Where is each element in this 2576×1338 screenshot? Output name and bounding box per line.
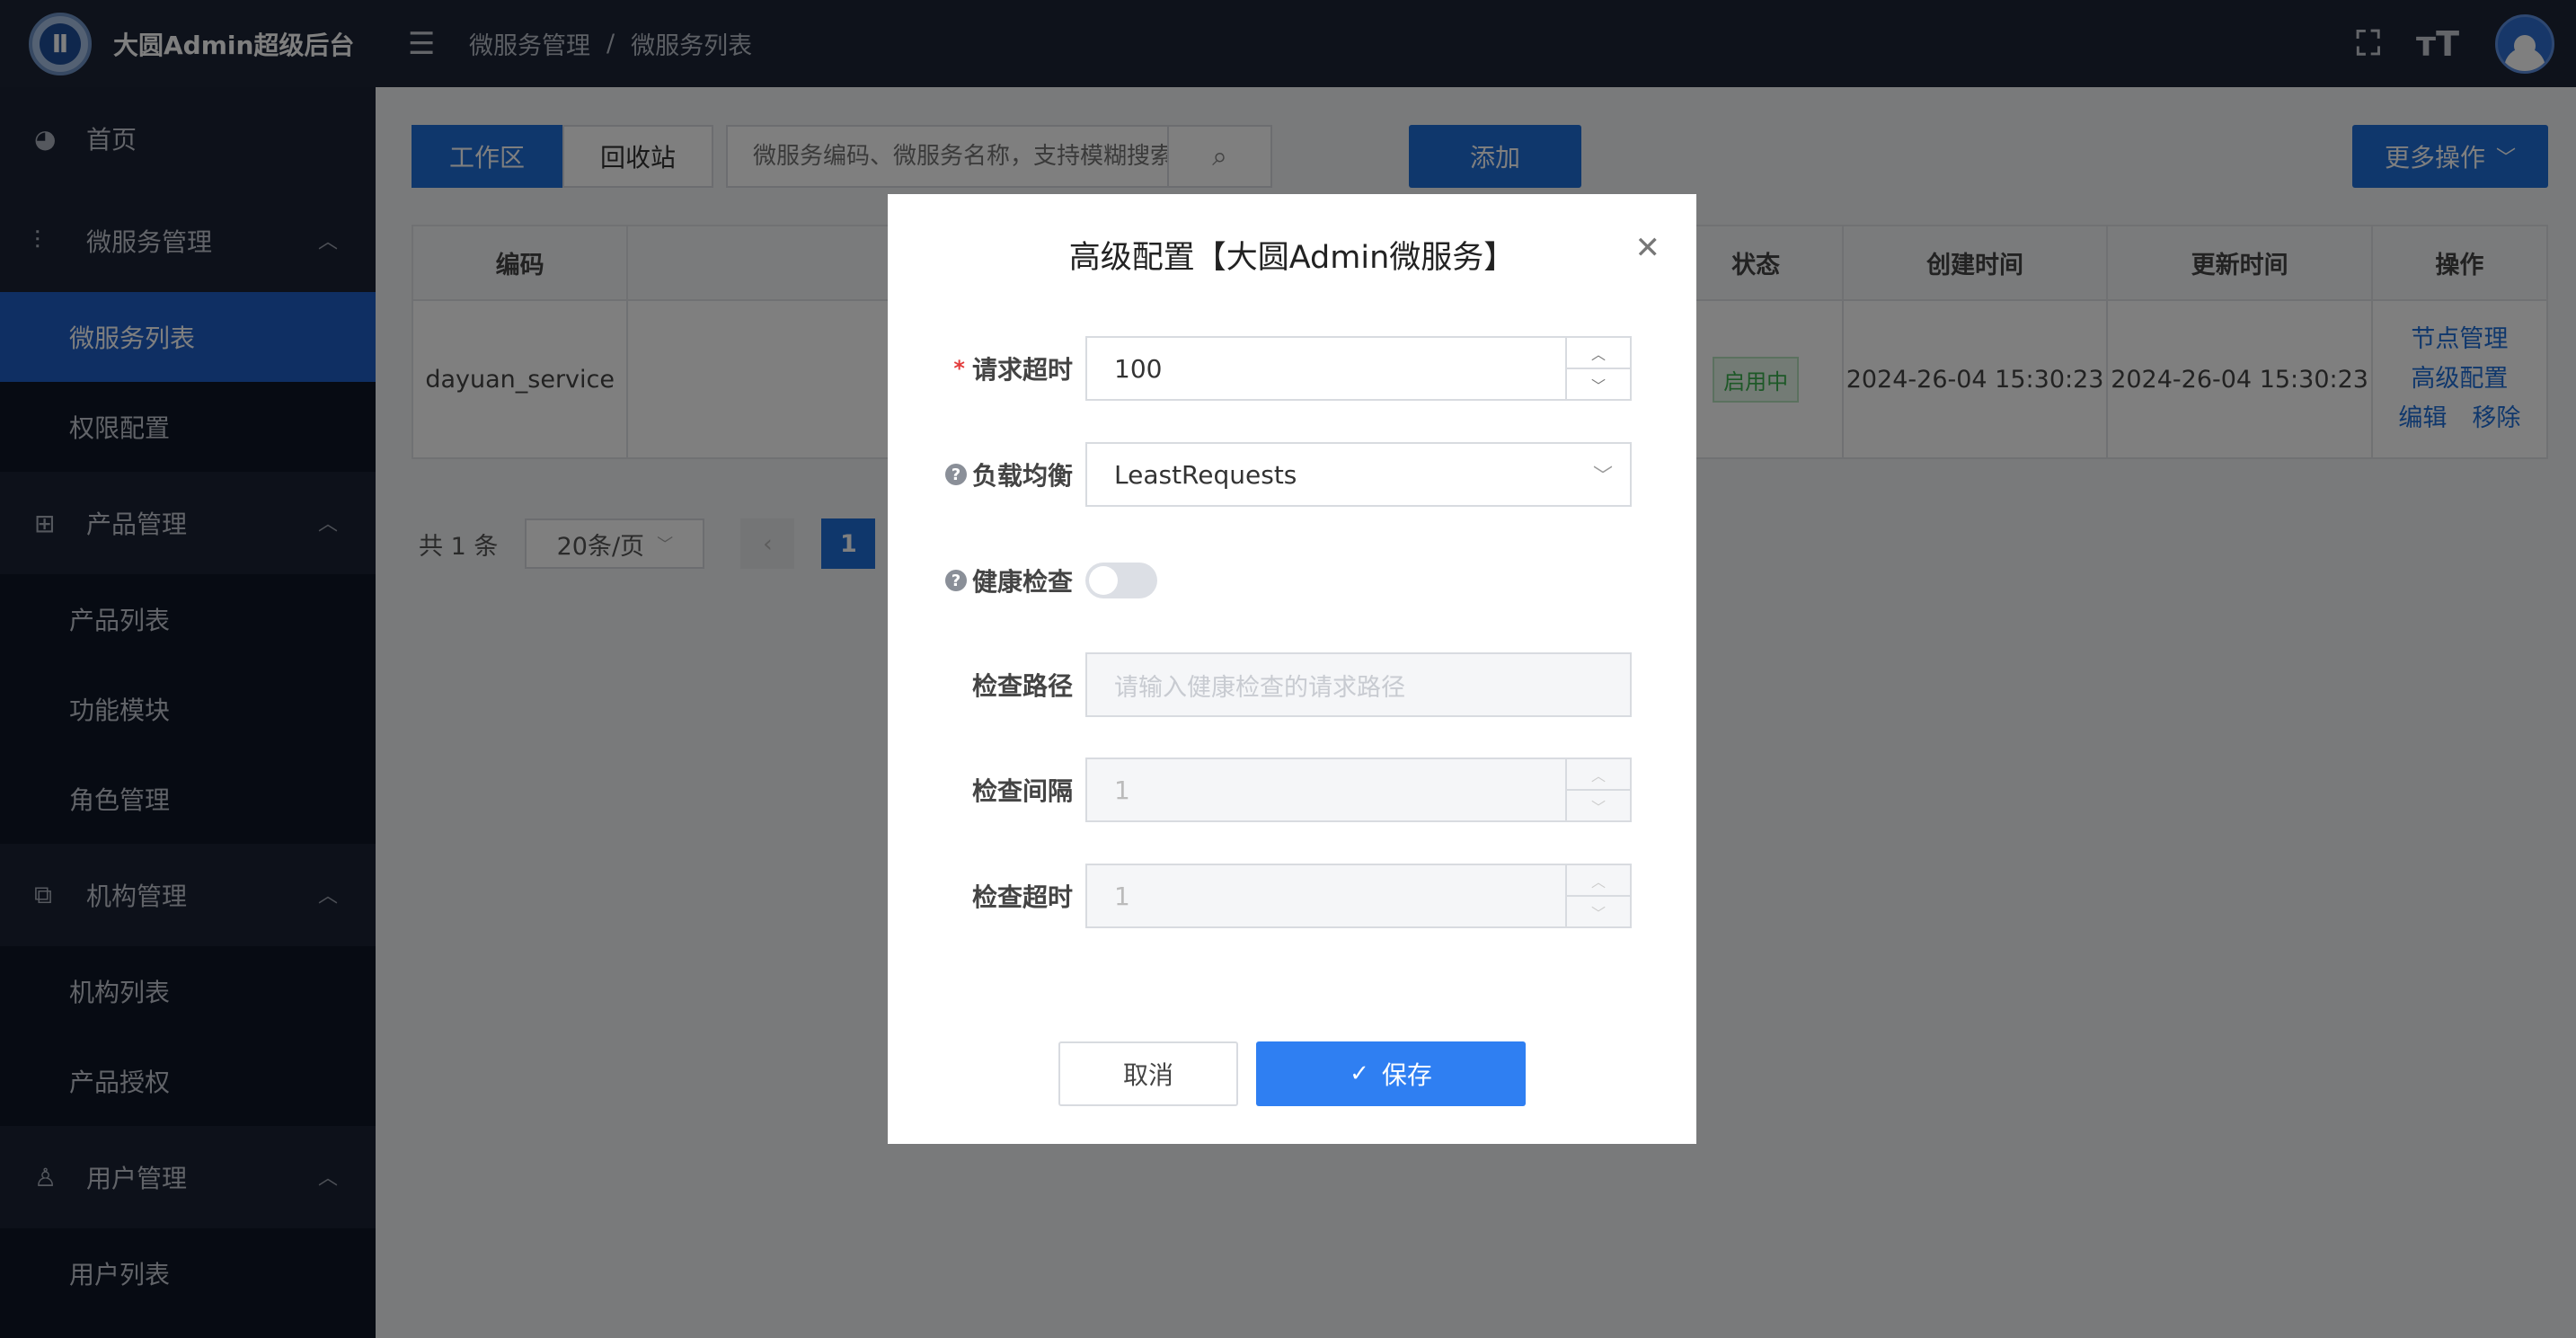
request-timeout-label: 请求超时 (971, 355, 1073, 385)
save-button-label: 保存 (1381, 1060, 1432, 1090)
save-button[interactable]: ✓ 保存 (1256, 1041, 1526, 1106)
form-row-request-timeout: * 请求超时 100 ︿ ﹀ (888, 336, 1696, 401)
check-path-placeholder: 请输入健康检查的请求路径 (1114, 673, 1405, 702)
request-timeout-value[interactable]: 100 (1087, 354, 1565, 384)
increment-icon[interactable]: ︿ (1567, 865, 1630, 897)
load-balance-value: LeastRequests (1114, 459, 1297, 490)
request-timeout-stepper[interactable]: 100 ︿ ﹀ (1085, 336, 1632, 401)
load-balance-select[interactable]: LeastRequests ﹀ (1085, 442, 1632, 507)
stepper-controls: ︿ ﹀ (1565, 759, 1630, 820)
field-label: 检查超时 (888, 878, 1085, 914)
increment-icon[interactable]: ︿ (1567, 759, 1630, 791)
decrement-icon[interactable]: ﹀ (1567, 791, 1630, 820)
stepper-controls: ︿ ﹀ (1565, 338, 1630, 399)
field-label: ? 负载均衡 (888, 456, 1085, 492)
load-balance-label: 负载均衡 (971, 461, 1073, 491)
decrement-icon[interactable]: ﹀ (1567, 369, 1630, 399)
help-icon[interactable]: ? (944, 570, 967, 591)
dialog-title: 高级配置【大圆Admin微服务】 (1068, 240, 1516, 276)
form-row-health-check: ? 健康检查 (888, 548, 1696, 613)
check-timeout-label: 检查超时 (971, 882, 1073, 912)
close-icon[interactable]: ✕ (1635, 230, 1661, 266)
decrement-icon[interactable]: ﹀ (1567, 897, 1630, 926)
chevron-down-icon: ﹀ (1592, 465, 1613, 488)
form-row-check-timeout: 检查超时 1 ︿ ﹀ (888, 864, 1696, 928)
form-row-check-interval: 检查间隔 1 ︿ ﹀ (888, 758, 1696, 822)
field-label: 检查间隔 (888, 772, 1085, 808)
check-path-input[interactable]: 请输入健康检查的请求路径 (1085, 652, 1632, 717)
check-icon: ✓ (1350, 1060, 1369, 1087)
check-path-label: 检查路径 (971, 671, 1073, 701)
form-row-check-path: 检查路径 请输入健康检查的请求路径 (888, 652, 1696, 717)
check-timeout-value[interactable]: 1 (1087, 882, 1565, 911)
check-interval-value[interactable]: 1 (1087, 775, 1565, 805)
help-icon[interactable]: ? (944, 464, 967, 485)
check-timeout-stepper[interactable]: 1 ︿ ﹀ (1085, 864, 1632, 928)
field-label: ? 健康检查 (888, 563, 1085, 598)
cancel-button[interactable]: 取消 (1058, 1041, 1238, 1106)
required-icon: * (953, 356, 965, 381)
stepper-controls: ︿ ﹀ (1565, 865, 1630, 926)
check-interval-stepper[interactable]: 1 ︿ ﹀ (1085, 758, 1632, 822)
advanced-config-dialog: 高级配置【大圆Admin微服务】 ✕ * 请求超时 100 ︿ ﹀ ? 负载均衡… (888, 194, 1696, 1144)
increment-icon[interactable]: ︿ (1567, 338, 1630, 369)
field-label: * 请求超时 (888, 350, 1085, 386)
health-check-label: 健康检查 (971, 567, 1073, 597)
field-label: 检查路径 (888, 667, 1085, 703)
form-row-load-balance: ? 负载均衡 LeastRequests ﹀ (888, 442, 1696, 507)
check-interval-label: 检查间隔 (971, 776, 1073, 806)
health-check-toggle[interactable] (1085, 563, 1157, 598)
